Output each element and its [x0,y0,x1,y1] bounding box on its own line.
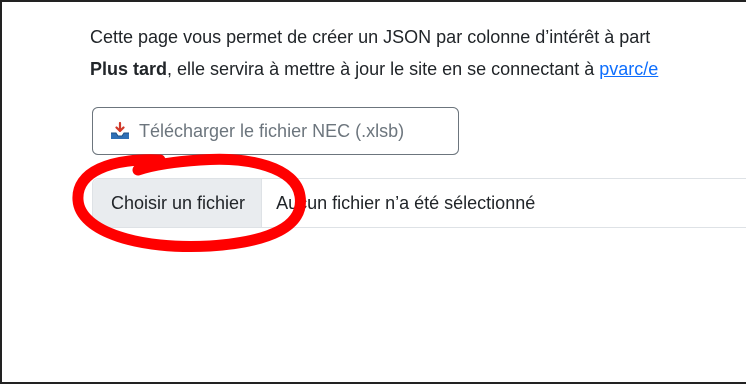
choose-file-button[interactable]: Choisir un fichier [93,179,263,227]
file-input[interactable]: Choisir un fichier Aucun fichier n’a été… [92,178,746,228]
page-frame: Cette page vous permet de créer un JSON … [0,0,746,384]
file-status-text: Aucun fichier n’a été sélectionné [276,192,536,213]
download-button-label: Télécharger le fichier NEC (.xlsb) [139,120,405,141]
intro-line-1: Cette page vous permet de créer un JSON … [90,27,651,47]
intro-bold-text: Plus tard [90,59,168,79]
intro-line-2: Plus tard, elle servira à mettre à jour … [90,58,658,80]
site-link[interactable]: pvarc/e [599,59,658,79]
download-tray-icon [109,120,131,142]
intro-line-2-text: , elle servira à mettre à jour le site e… [167,59,600,79]
download-nec-button[interactable]: Télécharger le fichier NEC (.xlsb) [92,107,459,155]
